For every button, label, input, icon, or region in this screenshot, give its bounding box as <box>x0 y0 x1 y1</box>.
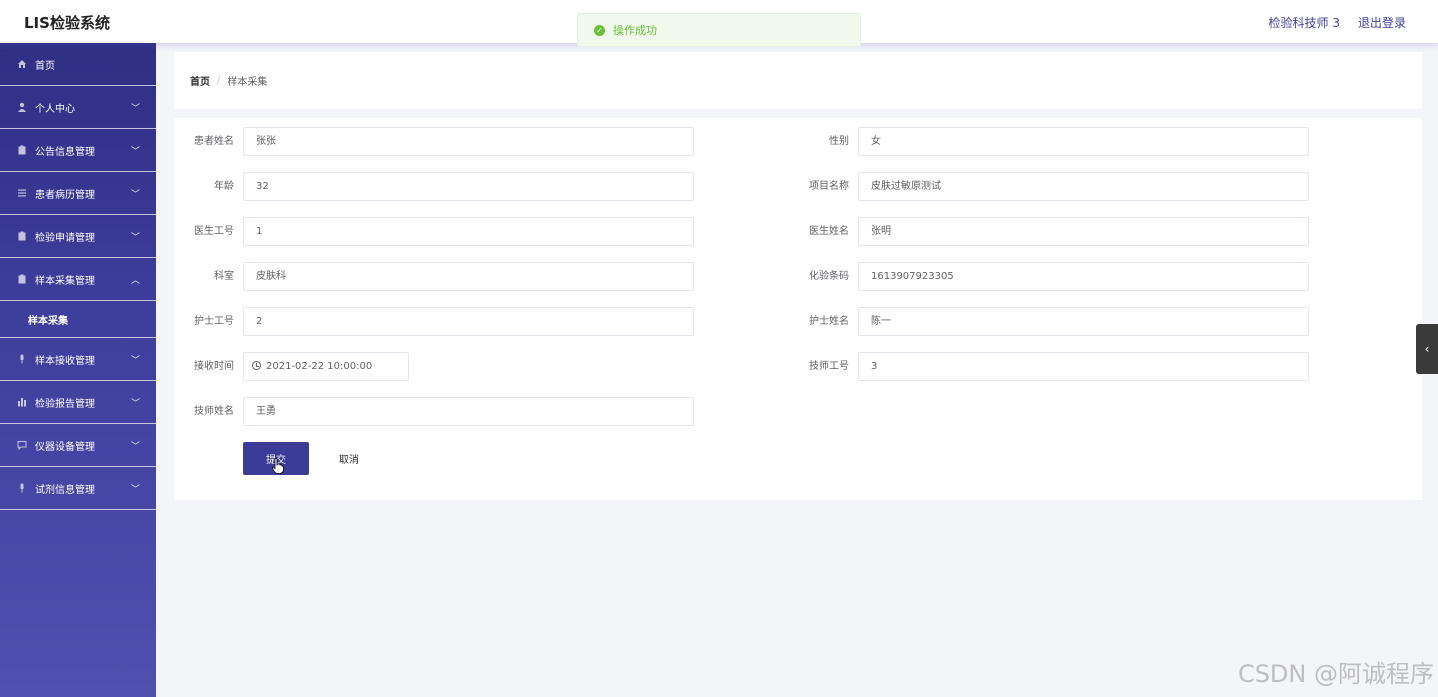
sidebar-item-label: 试剂信息管理 <box>35 484 95 496</box>
microphone-icon <box>20 354 24 364</box>
header-user-area: 检验科技师 3 退出登录 <box>1269 14 1406 31</box>
tech-id-input[interactable]: 3 <box>858 352 1309 381</box>
department-input[interactable]: 皮肤科 <box>243 262 694 291</box>
sidebar-item-label: 首页 <box>35 60 55 72</box>
breadcrumb-home[interactable]: 首页 <box>190 73 210 88</box>
receive-time-value: 2021-02-22 10:00:00 <box>266 361 373 372</box>
sidebar-subitem-sample-collect[interactable]: 样本采集 <box>0 301 156 338</box>
chat-icon <box>17 441 27 450</box>
hand-cursor-icon <box>272 458 284 474</box>
sidebar-item-notice[interactable]: 公告信息管理 ﹀ <box>0 129 156 172</box>
chevron-left-icon: ‹ <box>1424 342 1430 356</box>
nurse-id-label: 护士工号 <box>194 316 234 327</box>
project-name-label: 项目名称 <box>809 181 849 192</box>
sample-collection-form: 患者姓名 张张 性别 女 年龄 32 项目名称 皮肤过敏原测试 医生工号 1 医… <box>174 118 1422 500</box>
receive-time-picker[interactable]: 2021-02-22 10:00:00 <box>243 352 409 381</box>
clock-icon <box>252 361 261 370</box>
gender-label: 性别 <box>829 136 849 147</box>
chevron-down-icon: ﹀ <box>130 442 140 452</box>
doctor-name-label: 医生姓名 <box>809 226 849 237</box>
chevron-down-icon: ﹀ <box>130 190 140 200</box>
sidebar-item-label: 患者病历管理 <box>35 189 95 201</box>
sidebar-item-profile[interactable]: 个人中心 ﹀ <box>0 86 156 129</box>
chevron-down-icon: ﹀ <box>130 147 140 157</box>
sidebar-item-sample-collection[interactable]: 样本采集管理 ︿ <box>0 258 156 301</box>
sidebar-item-reagent[interactable]: 试剂信息管理 ﹀ <box>0 467 156 510</box>
app-title: LIS检验系统 <box>24 14 110 32</box>
barcode-input[interactable]: 1613907923305 <box>858 262 1309 291</box>
chevron-down-icon: ﹀ <box>130 233 140 243</box>
watermark-text: CSDN @阿诚程序 <box>1237 660 1434 688</box>
breadcrumb-separator: / <box>217 75 221 86</box>
breadcrumb-current: 样本采集 <box>227 77 268 88</box>
tech-id-label: 技师工号 <box>809 361 849 372</box>
nurse-name-input[interactable]: 陈一 <box>858 307 1309 336</box>
department-label: 科室 <box>214 271 234 282</box>
success-toast: ✓ 操作成功 <box>577 13 861 47</box>
sidebar-item-home[interactable]: 首页 <box>0 43 156 86</box>
breadcrumb: 首页 / 样本采集 <box>174 52 1422 109</box>
sidebar-item-label: 检验申请管理 <box>35 232 95 244</box>
sidebar-item-label: 公告信息管理 <box>35 146 95 158</box>
sidebar-item-label: 检验报告管理 <box>35 398 95 410</box>
sidebar-item-label: 样本接收管理 <box>35 355 95 367</box>
chevron-down-icon: ﹀ <box>130 485 140 495</box>
chevron-down-icon: ﹀ <box>130 104 140 114</box>
cancel-button[interactable]: 取消 <box>327 442 371 475</box>
doctor-id-input[interactable]: 1 <box>243 217 694 246</box>
sidebar-item-records[interactable]: 患者病历管理 ﹀ <box>0 172 156 215</box>
microphone-icon <box>20 483 24 493</box>
receive-time-label: 接收时间 <box>194 361 234 372</box>
clipboard-icon <box>18 231 26 241</box>
barcode-label: 化验条码 <box>809 271 849 282</box>
sidebar-item-equipment[interactable]: 仪器设备管理 ﹀ <box>0 424 156 467</box>
age-input[interactable]: 32 <box>243 172 694 201</box>
collapse-panel-button[interactable]: ‹ <box>1416 324 1438 374</box>
current-user-link[interactable]: 检验科技师 3 <box>1269 14 1340 31</box>
success-check-icon: ✓ <box>594 24 605 36</box>
age-label: 年龄 <box>214 181 234 192</box>
sidebar-item-report[interactable]: 检验报告管理 ﹀ <box>0 381 156 424</box>
chevron-down-icon: ﹀ <box>130 356 140 366</box>
chevron-down-icon: ﹀ <box>130 399 140 409</box>
logout-link[interactable]: 退出登录 <box>1358 14 1406 31</box>
toast-message: 操作成功 <box>613 24 657 37</box>
patient-name-input[interactable]: 张张 <box>243 127 694 156</box>
sidebar: 首页 个人中心 ﹀ 公告信息管理 ﹀ 患者病历管理 ﹀ 检验申请管理 ﹀ 样本采… <box>0 43 156 697</box>
tech-name-label: 技师姓名 <box>194 406 234 417</box>
user-icon <box>18 102 26 112</box>
home-icon <box>18 60 26 68</box>
doctor-id-label: 医生工号 <box>194 226 234 237</box>
clipboard-icon <box>18 145 26 155</box>
sidebar-item-label: 样本采集管理 <box>35 275 95 287</box>
list-icon <box>18 189 26 197</box>
sidebar-item-test-request[interactable]: 检验申请管理 ﹀ <box>0 215 156 258</box>
sidebar-item-label: 个人中心 <box>35 103 75 115</box>
sidebar-item-label: 仪器设备管理 <box>35 441 95 453</box>
nurse-name-label: 护士姓名 <box>809 316 849 327</box>
nurse-id-input[interactable]: 2 <box>243 307 694 336</box>
project-name-input[interactable]: 皮肤过敏原测试 <box>858 172 1309 201</box>
doctor-name-input[interactable]: 张明 <box>858 217 1309 246</box>
clipboard-icon <box>18 274 26 284</box>
chart-icon <box>18 398 26 407</box>
chevron-up-icon: ︿ <box>130 276 140 286</box>
tech-name-input[interactable]: 王勇 <box>243 397 694 426</box>
gender-input[interactable]: 女 <box>858 127 1309 156</box>
sidebar-item-sample-receive[interactable]: 样本接收管理 ﹀ <box>0 338 156 381</box>
patient-name-label: 患者姓名 <box>194 136 234 147</box>
